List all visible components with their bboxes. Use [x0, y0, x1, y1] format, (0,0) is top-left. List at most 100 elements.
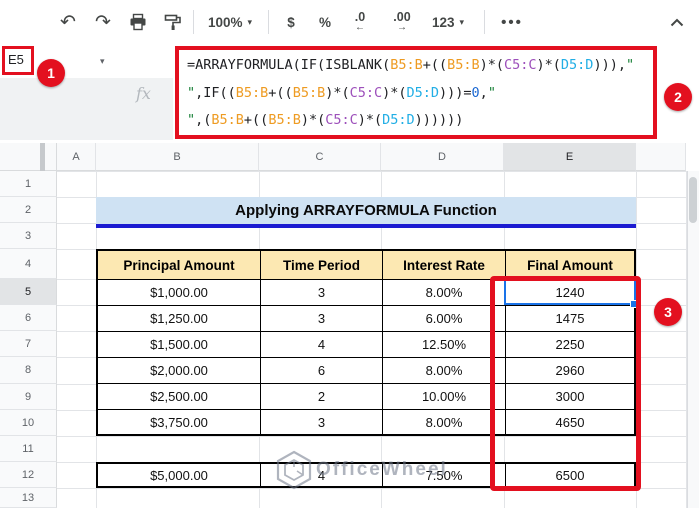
print-icon[interactable] — [123, 8, 153, 36]
row-header-3[interactable]: 3 — [0, 223, 57, 249]
cell-C5[interactable]: 3 — [261, 280, 383, 306]
number-format-label: 123 — [431, 14, 455, 30]
row-header-12[interactable]: 12 — [0, 462, 57, 488]
annotation-badge-3: 3 — [654, 298, 682, 326]
google-sheets-app: ↶ ↷ 100% ▾ $ % .0 ← .00 → 123 ▾ ••• E5 ▾… — [0, 0, 699, 508]
formula-line: ",(B5:B+((B5:B)*(C5:C)*(D5:D)))))) — [187, 107, 653, 135]
row-header-8[interactable]: 8 — [0, 357, 57, 384]
cell-D5[interactable]: 8.00% — [383, 280, 506, 306]
cell-C9[interactable]: 2 — [261, 384, 383, 410]
chevron-up-icon — [670, 18, 684, 26]
watermark-text: OfficeWheel — [316, 459, 448, 480]
cell-D9[interactable]: 10.00% — [383, 384, 506, 410]
formula-token: )))))) — [414, 112, 464, 128]
column-header-C[interactable]: C — [259, 143, 381, 171]
cell-D7[interactable]: 12.50% — [383, 332, 506, 358]
cell-B8[interactable]: $2,000.00 — [98, 358, 261, 384]
formula-token: B5:B — [390, 57, 423, 73]
cell-C8[interactable]: 6 — [261, 358, 383, 384]
format-percent-button[interactable]: % — [312, 8, 338, 36]
formula-bar[interactable]: =ARRAYFORMULA(IF(ISBLANK(B5:B+((B5:B)*(C… — [175, 46, 657, 139]
cell-D10[interactable]: 8.00% — [383, 410, 506, 434]
cell-C4[interactable]: Time Period — [261, 251, 383, 280]
cell-B6[interactable]: $1,250.00 — [98, 306, 261, 332]
annotation-box-name — [2, 46, 34, 75]
decrease-decimal-button[interactable]: .0 ← — [344, 8, 376, 36]
annotation-badge-2: 2 — [664, 83, 692, 111]
format-currency-button[interactable]: $ — [278, 8, 304, 36]
cell-D8[interactable]: 8.00% — [383, 358, 506, 384]
formula-token: D5:D — [382, 112, 415, 128]
increase-decimal-button[interactable]: .00 → — [384, 8, 420, 36]
collapse-toolbar-button[interactable] — [662, 8, 692, 36]
zoom-select[interactable]: 100% ▾ — [200, 8, 260, 36]
officewheel-logo-icon — [276, 450, 312, 490]
sheet-title-cell[interactable]: Applying ARRAYFORMULA Function — [96, 197, 636, 228]
cell-B12[interactable]: $5,000.00 — [98, 464, 261, 486]
redo-glyph: ↷ — [95, 11, 111, 33]
cell-D6[interactable]: 6.00% — [383, 306, 506, 332]
formula-token: D5:D — [560, 57, 594, 73]
formula-token: )*( — [536, 57, 561, 73]
row-header-2[interactable]: 2 — [0, 197, 57, 223]
formula-token: ))), — [593, 57, 626, 73]
cell-C6[interactable]: 3 — [261, 306, 383, 332]
column-header-B[interactable]: B — [96, 143, 259, 171]
formula-token: )*( — [325, 84, 350, 101]
spreadsheet-grid: Applying ARRAYFORMULA Function Principal… — [0, 140, 699, 508]
column-header-F[interactable] — [636, 143, 686, 171]
row-header-5[interactable]: 5 — [0, 279, 57, 305]
cell-B10[interactable]: $3,750.00 — [98, 410, 261, 434]
formula-token: B5:B — [292, 84, 326, 101]
row-header-4[interactable]: 4 — [0, 249, 57, 279]
formula-token: )*( — [357, 112, 383, 128]
row-header-11[interactable]: 11 — [0, 436, 57, 462]
corner-edge — [40, 143, 45, 171]
vertical-scrollbar-thumb[interactable] — [689, 177, 697, 223]
row-header-9[interactable]: 9 — [0, 384, 57, 410]
column-header-E[interactable]: E — [504, 143, 636, 171]
undo-icon[interactable]: ↶ — [53, 8, 83, 36]
formula-token: ,IF(( — [195, 84, 236, 101]
paint-roller-glyph — [164, 14, 181, 30]
cell-B4[interactable]: Principal Amount — [98, 251, 261, 280]
cell-B9[interactable]: $2,500.00 — [98, 384, 261, 410]
paint-format-icon[interactable] — [158, 8, 188, 36]
name-box-dropdown-icon[interactable]: ▾ — [100, 56, 105, 67]
more-options-button[interactable]: ••• — [494, 8, 530, 36]
cell-D4[interactable]: Interest Rate — [383, 251, 506, 280]
row-header-6[interactable]: 6 — [0, 305, 57, 331]
cell-B7[interactable]: $1,500.00 — [98, 332, 261, 358]
row-header-13[interactable]: 13 — [0, 488, 57, 508]
percent-icon: % — [318, 14, 331, 30]
formula-token: )*( — [382, 84, 407, 101]
formula-token: D5:D — [406, 84, 440, 101]
gridline — [57, 171, 686, 172]
cell-C7[interactable]: 4 — [261, 332, 383, 358]
toolbar: ↶ ↷ 100% ▾ $ % .0 ← .00 → 123 ▾ ••• — [0, 0, 699, 44]
redo-icon[interactable]: ↷ — [88, 8, 118, 36]
cell-C10[interactable]: 3 — [261, 410, 383, 434]
formula-line: ",IF((B5:B+((B5:B)*(C5:C)*(D5:D)))=0," — [187, 80, 653, 108]
cell-B5[interactable]: $1,000.00 — [98, 280, 261, 306]
column-header-D[interactable]: D — [381, 143, 504, 171]
print-glyph — [130, 13, 146, 31]
formula-token: ,( — [195, 112, 212, 128]
number-format-button[interactable]: 123 ▾ — [424, 8, 472, 36]
zoom-value: 100% — [207, 14, 243, 30]
formula-token: " — [625, 57, 635, 73]
row-header-1[interactable]: 1 — [0, 171, 57, 197]
arrow-left-icon: ← — [355, 21, 365, 33]
formula-token: " — [187, 84, 196, 101]
select-all-corner[interactable] — [0, 143, 57, 171]
arrow-right-icon: → — [397, 21, 407, 33]
formula-token: , — [479, 84, 488, 101]
formula-token: " — [487, 84, 496, 101]
row-header-10[interactable]: 10 — [0, 410, 57, 436]
formula-token: " — [187, 112, 196, 128]
formula-token: B5:B — [211, 112, 244, 128]
row-header-7[interactable]: 7 — [0, 331, 57, 357]
column-header-A[interactable]: A — [57, 143, 96, 171]
toolbar-separator — [484, 10, 485, 34]
toolbar-separator — [268, 10, 269, 34]
